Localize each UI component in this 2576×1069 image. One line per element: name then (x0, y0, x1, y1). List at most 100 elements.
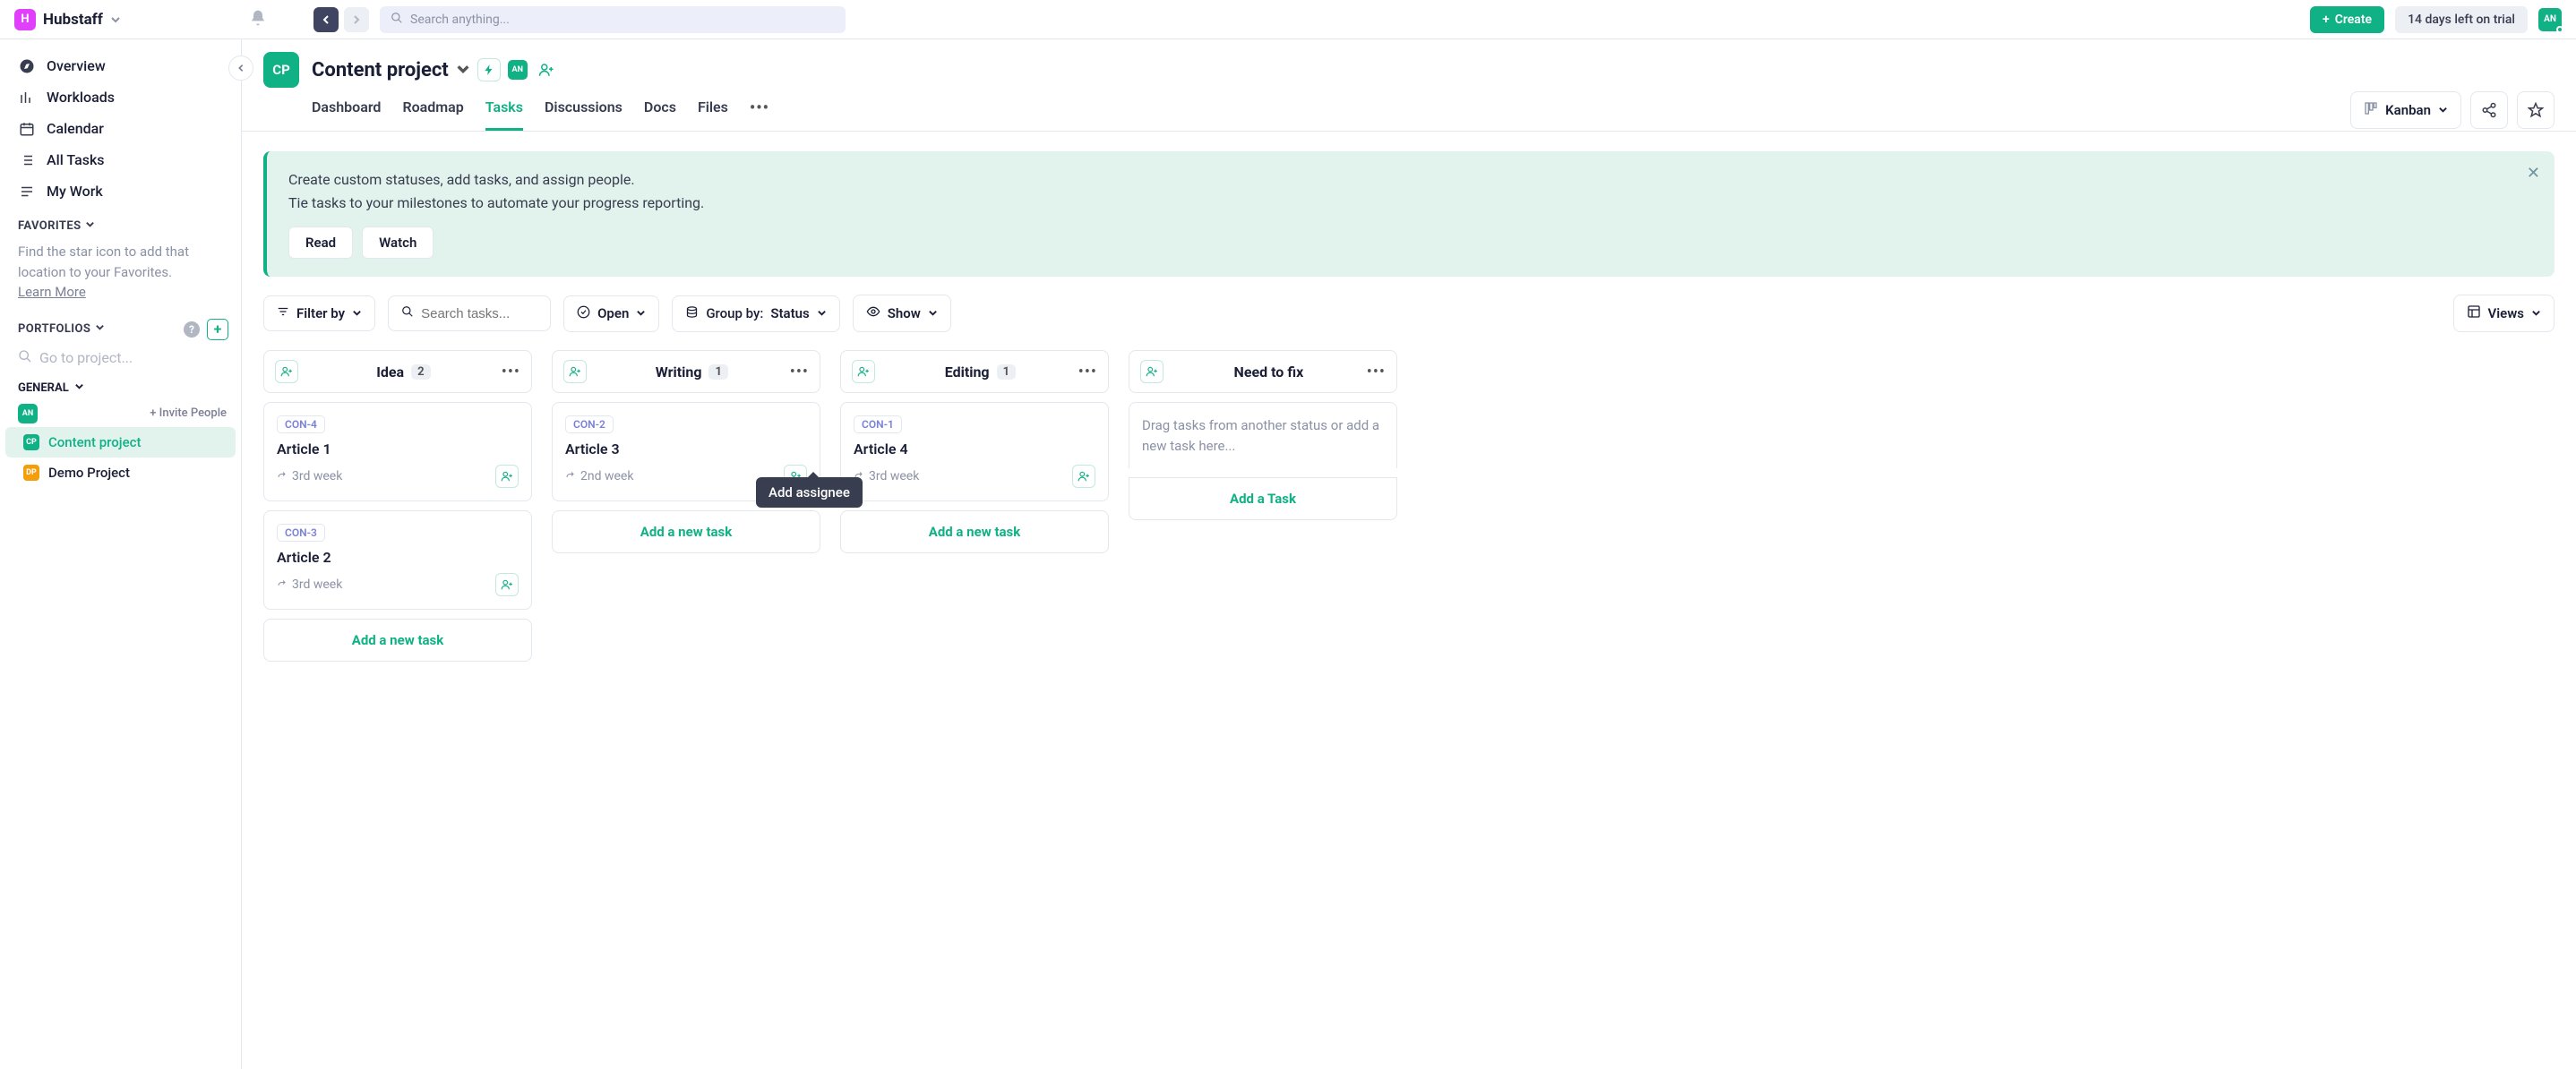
kanban-icon (2364, 101, 2378, 119)
column-title: Need to fix (1234, 363, 1304, 381)
add-assignee-icon[interactable] (495, 573, 519, 596)
add-assignee-icon[interactable] (1140, 360, 1163, 383)
add-assignee-icon[interactable] (275, 360, 298, 383)
project-avatar: CP (263, 52, 299, 88)
kanban-column: Idea 2 ••• CON-4 Article 1 3rd week CON-… (263, 350, 532, 662)
column-menu[interactable]: ••• (1078, 363, 1097, 381)
kanban-column: Need to fix ••• Drag tasks from another … (1129, 350, 1397, 662)
show-dropdown[interactable]: Show (853, 295, 951, 332)
tab-files[interactable]: Files (698, 91, 728, 131)
general-header[interactable]: GENERAL (0, 376, 241, 400)
bell-icon[interactable] (249, 9, 267, 30)
filter-button[interactable]: Filter by (263, 295, 375, 331)
bolt-icon[interactable] (477, 58, 501, 81)
nav-back-button[interactable] (313, 7, 339, 32)
workspace-logo: H (14, 9, 36, 30)
nav-workloads[interactable]: Workloads (0, 81, 241, 113)
tab-tasks[interactable]: Tasks (485, 91, 523, 131)
invite-people-link[interactable]: + Invite People (150, 406, 227, 420)
project-name: Content project (48, 434, 141, 450)
nav-my-work[interactable]: My Work (0, 175, 241, 207)
portfolios-header[interactable]: PORTFOLIOS (18, 322, 105, 336)
task-search-input[interactable] (421, 306, 537, 321)
column-title: Writing (656, 363, 702, 381)
add-assignee-icon[interactable] (784, 465, 807, 488)
tab-roadmap[interactable]: Roadmap (402, 91, 463, 131)
chevron-down-icon (74, 381, 84, 395)
workspace-name: Hubstaff (43, 11, 103, 29)
workspace-switcher[interactable]: H Hubstaff (14, 9, 238, 30)
global-search[interactable]: Search anything... (380, 6, 846, 33)
column-menu[interactable]: ••• (1367, 363, 1386, 381)
member-avatar[interactable]: AN (508, 60, 528, 80)
task-title: Article 2 (277, 549, 519, 566)
project-badge: CP (23, 434, 39, 450)
add-assignee-icon[interactable] (1072, 465, 1095, 488)
add-assignee-icon[interactable] (852, 360, 875, 383)
project-search[interactable]: Go to project... (18, 349, 223, 367)
add-portfolio-button[interactable]: + (207, 319, 228, 340)
tab-discussions[interactable]: Discussions (545, 91, 623, 131)
group-by-dropdown[interactable]: Group by: Status (672, 295, 839, 332)
project-title[interactable]: Content project AN (312, 58, 558, 81)
star-button[interactable] (2517, 91, 2555, 129)
nav-forward-button[interactable] (344, 7, 369, 32)
eye-icon (866, 304, 880, 322)
task-search[interactable] (388, 295, 551, 331)
favorites-hint: Find the star icon to add that location … (0, 238, 241, 306)
create-button[interactable]: + Create (2310, 6, 2384, 33)
chevron-down-icon (2438, 102, 2448, 118)
add-assignee-icon[interactable] (563, 360, 587, 383)
task-id: CON-4 (277, 415, 325, 433)
task-card[interactable]: CON-1 Article 4 3rd week (840, 402, 1109, 501)
task-title: Article 3 (565, 440, 807, 458)
filter-icon (277, 305, 289, 321)
read-button[interactable]: Read (288, 227, 353, 259)
project-item[interactable]: CP Content project (5, 427, 236, 458)
tab-more[interactable]: ••• (750, 91, 769, 131)
check-circle-icon (577, 305, 590, 322)
chevron-down-icon (636, 305, 646, 321)
column-title: Editing (945, 363, 990, 381)
chevron-down-icon (95, 322, 105, 336)
add-task-button[interactable]: Add a Task (1129, 477, 1397, 520)
column-header: Idea 2 ••• (263, 350, 532, 393)
add-member-icon[interactable] (535, 58, 558, 81)
chart-icon (18, 90, 36, 106)
nav-all-tasks[interactable]: All Tasks (0, 144, 241, 175)
task-title: Article 1 (277, 440, 519, 458)
onboarding-notice: ✕ Create custom statuses, add tasks, and… (263, 151, 2555, 277)
help-icon[interactable]: ? (184, 321, 200, 338)
user-menu[interactable]: AN (2538, 8, 2562, 31)
tab-dashboard[interactable]: Dashboard (312, 91, 381, 131)
favorites-header[interactable]: FAVORITES (0, 207, 241, 238)
nav-calendar[interactable]: Calendar (0, 113, 241, 144)
column-menu[interactable]: ••• (502, 363, 520, 381)
column-menu[interactable]: ••• (790, 363, 809, 381)
view-mode-dropdown[interactable]: Kanban (2350, 91, 2461, 129)
task-card[interactable]: CON-3 Article 2 3rd week (263, 510, 532, 610)
project-item[interactable]: DPDemo Project (5, 458, 236, 488)
share-button[interactable] (2470, 91, 2508, 129)
add-assignee-icon[interactable] (495, 465, 519, 488)
status-filter[interactable]: Open (563, 295, 659, 332)
task-card[interactable]: CON-2 Article 3 2nd week (552, 402, 820, 501)
column-header: Need to fix ••• (1129, 350, 1397, 393)
kanban-column: Editing 1 ••• CON-1 Article 4 3rd week A… (840, 350, 1109, 662)
task-card[interactable]: CON-4 Article 1 3rd week (263, 402, 532, 501)
my-work-icon (18, 184, 36, 200)
nav-overview[interactable]: Overview (0, 50, 241, 81)
add-task-button[interactable]: Add a new task (552, 510, 820, 553)
add-task-button[interactable]: Add a new task (263, 619, 532, 662)
trial-banner[interactable]: 14 days left on trial (2395, 6, 2528, 33)
watch-button[interactable]: Watch (362, 227, 434, 259)
empty-column-hint: Drag tasks from another status or add a … (1129, 402, 1397, 468)
add-task-button[interactable]: Add a new task (840, 510, 1109, 553)
search-placeholder: Search anything... (410, 13, 510, 27)
column-header: Editing 1 ••• (840, 350, 1109, 393)
column-count: 1 (997, 364, 1016, 380)
views-button[interactable]: Views (2453, 295, 2555, 332)
tab-docs[interactable]: Docs (644, 91, 676, 131)
close-icon[interactable]: ✕ (2527, 164, 2540, 183)
learn-more-link[interactable]: Learn More (18, 284, 86, 300)
